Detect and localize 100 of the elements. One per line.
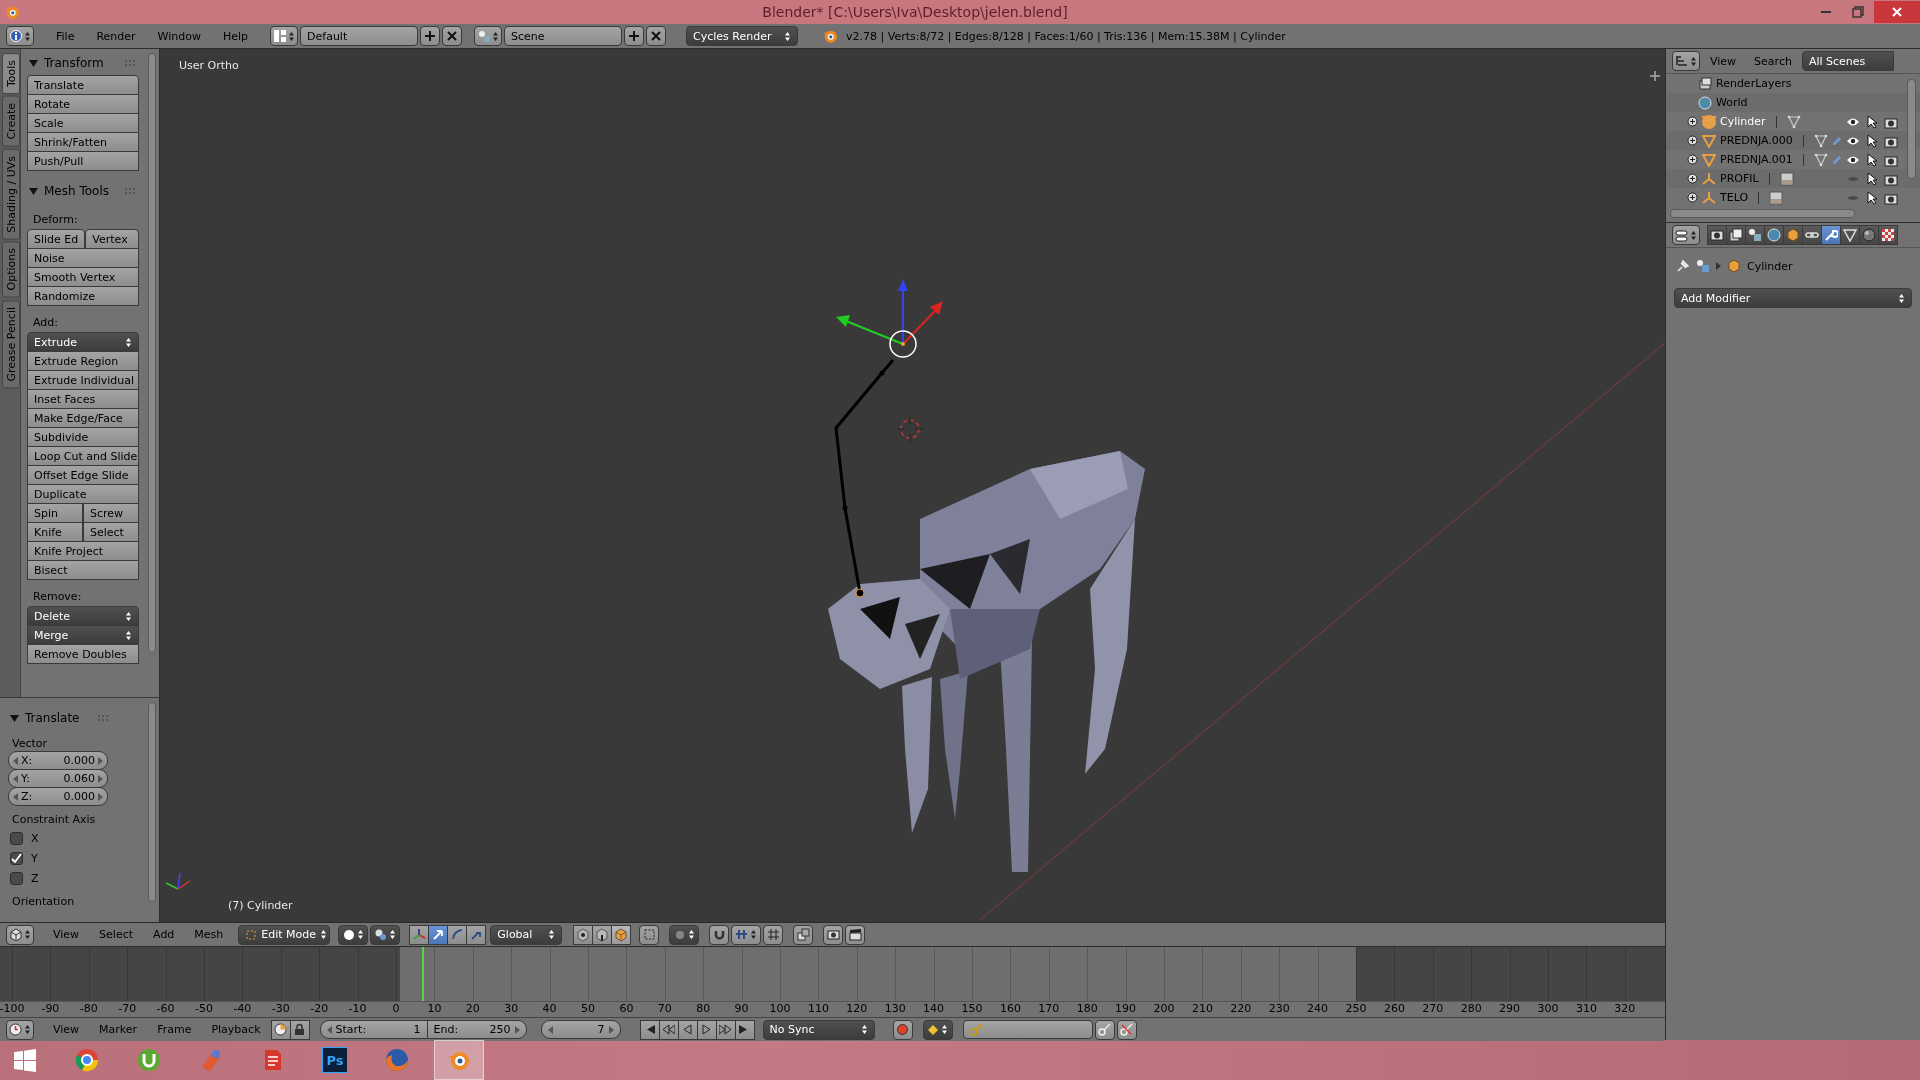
select-mode-button[interactable] [573, 924, 594, 945]
tree-item[interactable]: RenderLayers [1716, 77, 1792, 90]
tool-button[interactable]: Bisect [27, 560, 139, 580]
keying-set-field[interactable] [962, 1020, 1093, 1039]
properties-tab[interactable] [1745, 225, 1765, 245]
keyframe-dropdown[interactable] [922, 1019, 953, 1040]
add-modifier-dropdown[interactable]: Add Modifier [1674, 288, 1912, 308]
tool-button[interactable]: Screw [83, 503, 139, 523]
menu-item[interactable]: Render [86, 26, 146, 46]
tool-button[interactable]: Vertex [85, 229, 139, 249]
tool-button[interactable]: Randomize [27, 286, 139, 306]
sync-dropdown[interactable]: No Sync [762, 1019, 875, 1040]
playback-button[interactable] [715, 1019, 736, 1040]
animation-button[interactable] [845, 924, 866, 945]
layers-button[interactable] [793, 924, 814, 945]
plus-icon[interactable] [1649, 70, 1661, 82]
insert-key-button[interactable] [1094, 1019, 1115, 1040]
layout-button[interactable] [270, 26, 299, 46]
panel-tab[interactable]: Tools [2, 53, 20, 95]
render-engine-dropdown[interactable]: Cycles Render [686, 26, 799, 46]
menu-item[interactable]: Playback [202, 1019, 270, 1040]
scene-button[interactable] [474, 26, 503, 46]
dropdown[interactable]: Merge [27, 625, 139, 645]
manipulator-button[interactable] [466, 924, 487, 945]
checkbox[interactable] [10, 831, 23, 845]
menu-item[interactable]: View [44, 924, 89, 945]
properties-tab[interactable] [1707, 225, 1727, 245]
panel-tab[interactable]: Grease Pencil [2, 299, 20, 389]
properties-tab[interactable] [1840, 225, 1860, 245]
manipulator-button[interactable] [409, 924, 430, 945]
properties-tab[interactable] [1802, 225, 1822, 245]
display-mode-dropdown[interactable]: All Scenes [1801, 51, 1894, 71]
select-mode-button[interactable] [611, 924, 632, 945]
tool-button[interactable]: Duplicate [27, 484, 139, 504]
lock-button[interactable] [289, 1019, 310, 1040]
tool-button[interactable]: Translate [27, 75, 139, 95]
playback-button[interactable] [639, 1019, 660, 1040]
layout-field[interactable]: Default [300, 26, 419, 46]
taskbar-button[interactable]: Ps [310, 1040, 360, 1080]
proportional-dropdown[interactable] [669, 924, 700, 945]
panel-tab[interactable]: Create [2, 96, 20, 147]
close-button[interactable] [1874, 1, 1920, 23]
end-frame-field[interactable]: End: 250 [426, 1020, 527, 1039]
tree-item[interactable]: World [1716, 96, 1748, 109]
editor-type-button[interactable] [1672, 51, 1700, 71]
tool-button[interactable]: Knife Project [27, 541, 139, 561]
start-frame-field[interactable]: Start: 1 [319, 1020, 428, 1039]
manipulator-button[interactable] [447, 924, 468, 945]
tool-button[interactable]: Offset Edge Slide [27, 465, 139, 485]
tool-button[interactable]: Remove Doubles [27, 644, 139, 664]
menu-item[interactable]: Window [147, 26, 211, 46]
tool-button[interactable]: Loop Cut and Slide [27, 446, 139, 466]
render-button[interactable] [823, 924, 844, 945]
playback-button[interactable] [734, 1019, 755, 1040]
editor-type-button[interactable] [6, 924, 34, 945]
grid-button[interactable] [763, 924, 784, 945]
shading-dropdown[interactable] [338, 924, 369, 945]
editor-type-button[interactable] [1672, 225, 1700, 245]
menu-item[interactable]: Marker [90, 1019, 147, 1040]
scene-field[interactable]: Scene [504, 26, 623, 46]
tree-item[interactable]: PREDNJA.001 [1720, 153, 1793, 166]
orientation-dropdown[interactable]: Global [490, 924, 563, 945]
menu-item[interactable]: Add [144, 924, 184, 945]
tool-button[interactable]: Slide Ed [27, 229, 86, 249]
menu-item[interactable]: Select [90, 924, 143, 945]
tool-button[interactable]: Scale [27, 113, 139, 133]
number-field[interactable]: Y: 0.060 [8, 769, 108, 788]
tree-item[interactable]: PREDNJA.000 [1720, 134, 1793, 147]
tool-button[interactable]: Subdivide [27, 427, 139, 447]
add-button[interactable] [624, 26, 645, 46]
menu-item[interactable]: View [1702, 51, 1745, 71]
tool-button[interactable]: Make Edge/Face [27, 408, 139, 428]
tree-item[interactable]: Cylinder [1720, 115, 1766, 128]
tool-button[interactable]: Extrude Region [27, 351, 139, 371]
properties-tab[interactable] [1764, 225, 1784, 245]
menu-item[interactable]: View [44, 1019, 89, 1040]
dropdown[interactable]: Delete [27, 606, 139, 626]
tool-button[interactable]: Spin [27, 503, 83, 523]
menu-item[interactable]: Mesh [185, 924, 233, 945]
tool-button[interactable]: Shrink/Fatten [27, 132, 139, 152]
tool-button[interactable]: Noise [27, 248, 139, 268]
menu-item[interactable]: Frame [148, 1019, 201, 1040]
menu-item[interactable]: File [46, 26, 85, 46]
tool-button[interactable]: Select [83, 522, 139, 542]
tool-button[interactable]: Inset Faces [27, 389, 139, 409]
checkbox[interactable] [10, 871, 23, 885]
manipulator-button[interactable] [428, 924, 449, 945]
menu-item[interactable]: Help [212, 26, 259, 46]
playback-button[interactable] [677, 1019, 698, 1040]
record-button[interactable] [892, 1019, 913, 1040]
remove-button[interactable] [646, 26, 667, 46]
mode-dropdown[interactable]: Edit Mode [238, 924, 331, 945]
properties-tab[interactable] [1726, 225, 1746, 245]
tool-button[interactable]: Rotate [27, 94, 139, 114]
tool-button[interactable]: Smooth Vertex [27, 267, 139, 287]
playback-button[interactable] [696, 1019, 717, 1040]
properties-tab[interactable] [1783, 225, 1803, 245]
snap-element-dropdown[interactable] [731, 924, 762, 945]
add-button[interactable] [420, 26, 441, 46]
pivot-dropdown[interactable] [370, 924, 401, 945]
